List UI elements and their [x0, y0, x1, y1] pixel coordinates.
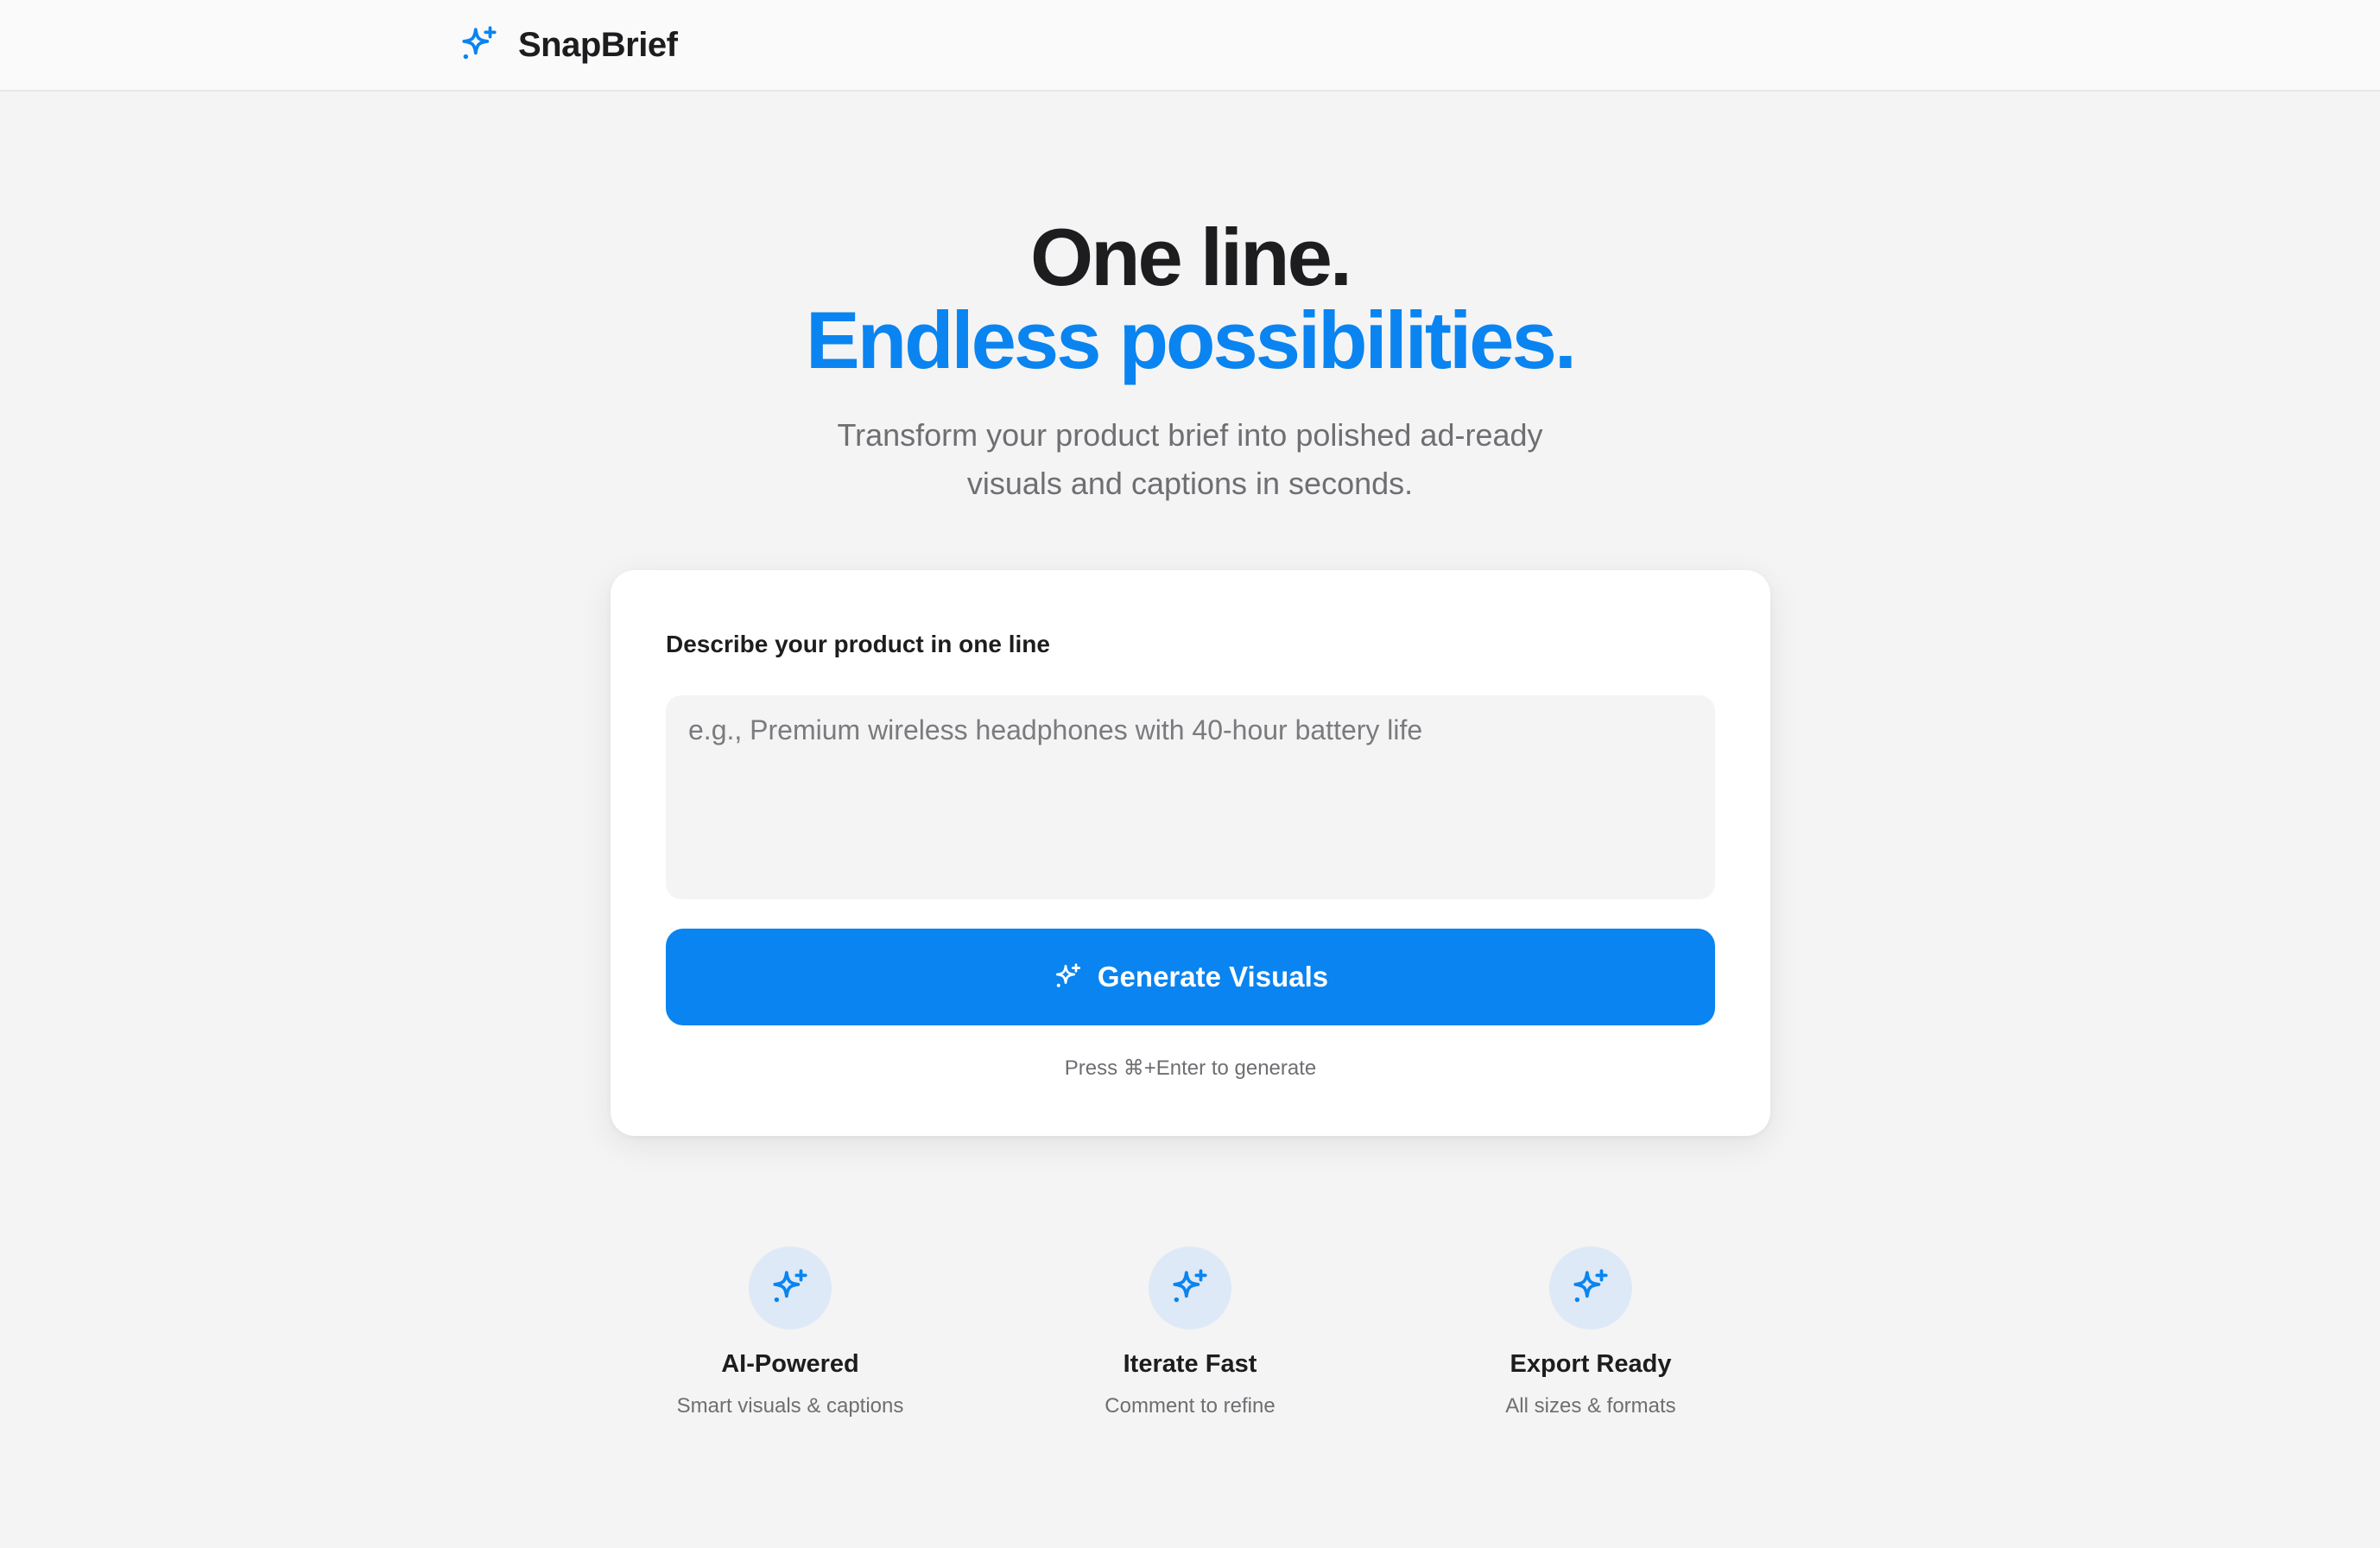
feature-icon-circle — [1549, 1247, 1632, 1329]
feature-description: All sizes & formats — [1505, 1394, 1676, 1418]
brief-card: Describe your product in one line Genera… — [611, 570, 1770, 1136]
hero-section: One line. Endless possibilities. Transfo… — [0, 216, 2380, 508]
sparkles-icon — [1053, 961, 1084, 993]
feature-icon-circle — [749, 1247, 832, 1329]
feature-title: Iterate Fast — [1123, 1350, 1257, 1378]
sparkles-icon — [458, 23, 501, 67]
sparkles-icon — [1168, 1266, 1212, 1310]
feature-ai-powered: AI-Powered Smart visuals & captions — [609, 1247, 972, 1418]
feature-description: Comment to refine — [1105, 1394, 1275, 1418]
hero-headline-line1: One line. — [1030, 212, 1352, 302]
sparkles-icon — [769, 1266, 812, 1310]
feature-export-ready: Export Ready All sizes & formats — [1409, 1247, 1772, 1418]
generate-visuals-label: Generate Visuals — [1097, 961, 1329, 993]
brand-logo[interactable]: SnapBrief — [458, 17, 678, 73]
feature-icon-circle — [1149, 1247, 1231, 1329]
feature-iterate-fast: Iterate Fast Comment to refine — [1009, 1247, 1371, 1418]
feature-description: Smart visuals & captions — [676, 1394, 904, 1418]
hero-subtitle: Transform your product brief into polish… — [837, 417, 1543, 501]
hero-headline-line2: Endless possibilities. — [806, 295, 1577, 385]
sparkles-icon — [1569, 1266, 1612, 1310]
brief-input-label: Describe your product in one line — [666, 631, 1050, 657]
feature-title: AI-Powered — [721, 1350, 859, 1378]
top-bar: SnapBrief — [0, 0, 2380, 92]
feature-title: Export Ready — [1510, 1350, 1672, 1378]
brief-input[interactable] — [666, 695, 1715, 899]
keyboard-shortcut-hint: Press ⌘+Enter to generate — [1064, 1056, 1317, 1080]
generate-visuals-button[interactable]: Generate Visuals — [666, 929, 1715, 1025]
app-name: SnapBrief — [518, 25, 678, 64]
